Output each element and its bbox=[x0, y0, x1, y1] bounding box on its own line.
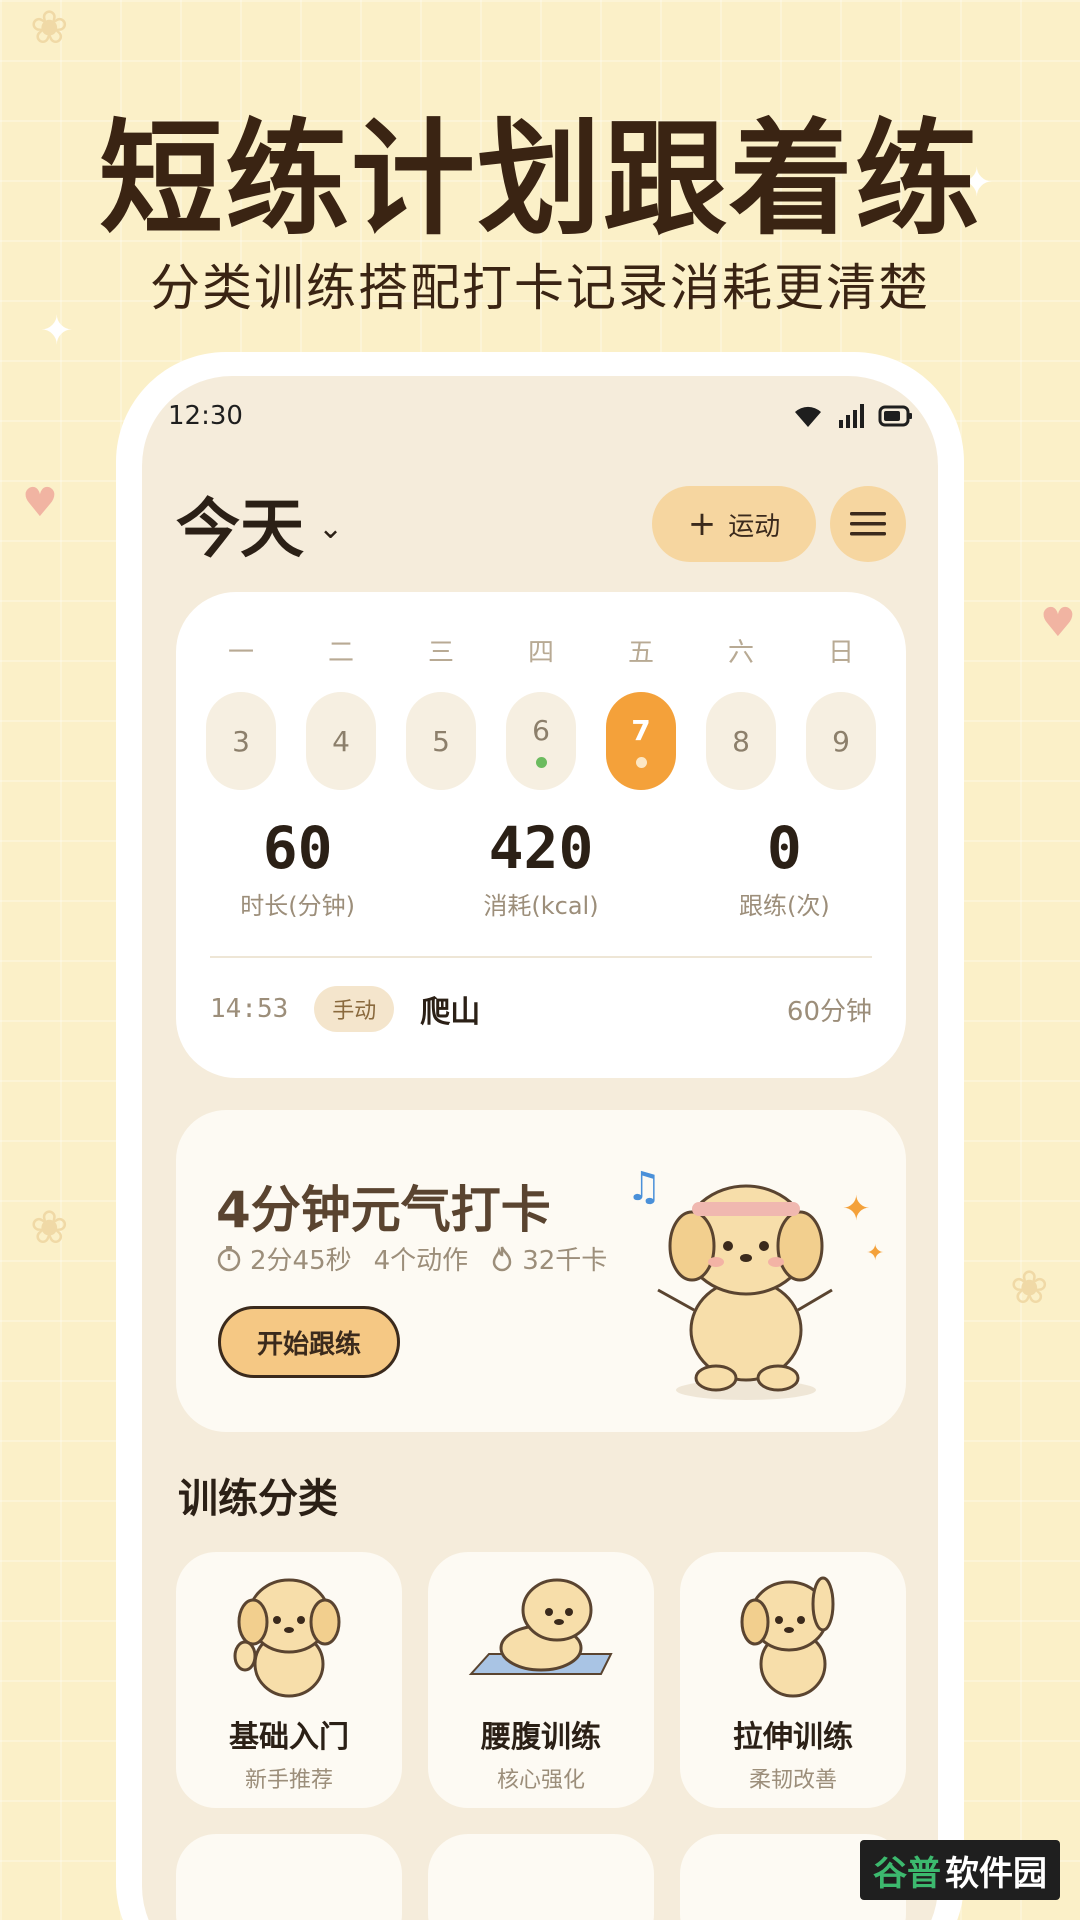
status-bar: 12:30 bbox=[168, 394, 914, 438]
stat-label: 跟练(次) bbox=[738, 892, 830, 920]
promo-calories: 32千卡 bbox=[522, 1246, 608, 1276]
stat-value: 0 bbox=[766, 814, 802, 882]
waving-dog-illustration bbox=[233, 1578, 341, 1698]
weekday-label: 二 bbox=[327, 638, 354, 668]
weekday-label: 一 bbox=[227, 638, 254, 668]
activity-dot bbox=[535, 757, 547, 768]
situp-dog-illustration bbox=[468, 1578, 613, 1675]
dancing-dog-illustration: ♫ ✦ ✦ bbox=[626, 1164, 884, 1400]
stat-label: 时长(分钟) bbox=[240, 892, 356, 920]
flame-icon bbox=[492, 1246, 512, 1271]
date-chip[interactable]: 9 bbox=[806, 692, 876, 790]
date-chip[interactable]: 5 bbox=[406, 692, 476, 790]
wifi-icon bbox=[795, 406, 821, 427]
quick-workout-card[interactable]: 4分钟元气打卡 2分45秒 4个动作 32千卡 开始跟练 ♫ ✦ ✦ bbox=[176, 1110, 906, 1432]
record-badge: 手动 bbox=[314, 986, 395, 1032]
category-name: 腰腹训练 bbox=[481, 1720, 601, 1755]
weekday-row: 一 二 三 四 五 六 日 bbox=[206, 632, 876, 669]
weekday-label: 三 bbox=[427, 638, 454, 668]
heart-icon: ♥ bbox=[22, 480, 58, 526]
record-duration: 60分钟 bbox=[786, 996, 872, 1027]
category-desc: 柔韧改善 bbox=[748, 1768, 837, 1793]
battery-icon bbox=[878, 405, 912, 427]
record-name: 爬山 bbox=[420, 995, 481, 1030]
categories-title: 训练分类 bbox=[178, 1476, 338, 1522]
category-card-more[interactable] bbox=[428, 1834, 654, 1920]
divider bbox=[210, 956, 872, 958]
stat-duration: 60 时长(分钟) bbox=[176, 814, 419, 921]
paw-icon: ❀ bbox=[1010, 1260, 1049, 1314]
stretching-dog-illustration bbox=[740, 1576, 835, 1698]
activity-record[interactable]: 14:53 手动 爬山 60分钟 bbox=[210, 984, 872, 1034]
day-selector[interactable]: 今天 ⌄ bbox=[176, 478, 343, 570]
category-card-basic[interactable]: 基础入门 新手推荐 bbox=[176, 1552, 402, 1808]
date-chip[interactable]: 4 bbox=[306, 692, 376, 790]
page-header: 今天 ⌄ + 运动 bbox=[176, 484, 906, 567]
promo-meta: 2分45秒 4个动作 32千卡 bbox=[216, 1240, 607, 1277]
stat-label: 消耗(kcal) bbox=[483, 892, 599, 920]
day-title: 今天 bbox=[176, 493, 304, 567]
add-exercise-label: 运动 bbox=[728, 511, 781, 542]
stat-value: 420 bbox=[488, 814, 594, 882]
weekday-label: 日 bbox=[827, 638, 854, 668]
watermark-logo: 谷普 软件园 bbox=[860, 1840, 1060, 1900]
start-workout-button[interactable]: 开始跟练 bbox=[218, 1306, 400, 1378]
record-time: 14:53 bbox=[210, 994, 289, 1024]
category-name: 基础入门 bbox=[229, 1720, 349, 1755]
stats-row: 60 时长(分钟) 420 消耗(kcal) 0 跟练(次) bbox=[176, 814, 906, 921]
add-exercise-button[interactable]: + 运动 bbox=[652, 486, 816, 562]
category-card-stretch[interactable]: 拉伸训练 柔韧改善 bbox=[680, 1552, 906, 1808]
stat-value: 60 bbox=[262, 814, 333, 882]
dog-doodle-icon: ❀ bbox=[30, 0, 69, 54]
plus-icon: + bbox=[687, 504, 717, 544]
category-card-more[interactable] bbox=[176, 1834, 402, 1920]
category-name: 拉伸训练 bbox=[733, 1720, 853, 1755]
weekday-label: 四 bbox=[527, 638, 554, 668]
date-chip-selected[interactable]: 7 bbox=[606, 692, 676, 790]
hamburger-icon bbox=[850, 512, 886, 536]
category-card-core[interactable]: 腰腹训练 核心强化 bbox=[428, 1552, 654, 1808]
svg-text:✦: ✦ bbox=[866, 1241, 884, 1266]
paw-icon: ❀ bbox=[30, 1200, 69, 1254]
stat-sessions: 0 跟练(次) bbox=[663, 814, 906, 921]
chevron-down-icon: ⌄ bbox=[318, 510, 344, 546]
hero-subtitle: 分类训练搭配打卡记录消耗更清楚 bbox=[150, 259, 930, 317]
category-desc: 核心强化 bbox=[496, 1768, 585, 1793]
signal-icon bbox=[839, 404, 864, 428]
promo-duration: 2分45秒 bbox=[250, 1246, 352, 1276]
date-chip[interactable]: 6 bbox=[506, 692, 576, 790]
promo-title: 4分钟元气打卡 bbox=[216, 1181, 551, 1239]
date-chip[interactable]: 8 bbox=[706, 692, 776, 790]
date-chip[interactable]: 3 bbox=[206, 692, 276, 790]
status-time: 12:30 bbox=[168, 401, 243, 431]
date-row: 3 4 5 6 7 8 9 bbox=[206, 692, 876, 790]
week-summary-card: 一 二 三 四 五 六 日 3 4 5 6 7 8 9 60 时长(分钟) 42… bbox=[176, 592, 906, 1078]
category-desc: 新手推荐 bbox=[244, 1768, 333, 1793]
menu-button[interactable] bbox=[830, 486, 906, 562]
stat-calories: 420 消耗(kcal) bbox=[419, 814, 662, 921]
weekday-label: 五 bbox=[627, 638, 654, 668]
app-screen: 12:30 今天 ⌄ + 运动 一 二 三 四 五 六 日 3 4 5 6 7 … bbox=[142, 376, 938, 1920]
timer-icon bbox=[217, 1245, 241, 1271]
weekday-label: 六 bbox=[727, 638, 754, 668]
activity-dot bbox=[635, 757, 647, 768]
category-grid: 基础入门 新手推荐 腰腹训练 核心强化 拉伸训练 柔韧改善 bbox=[176, 1552, 906, 1920]
svg-text:✦: ✦ bbox=[842, 1189, 871, 1229]
svg-text:♫: ♫ bbox=[626, 1164, 662, 1210]
promo-moves: 4个动作 bbox=[373, 1246, 469, 1276]
hero-title: 短练计划跟着练 bbox=[98, 108, 981, 252]
heart-icon: ♥ bbox=[1040, 600, 1076, 646]
